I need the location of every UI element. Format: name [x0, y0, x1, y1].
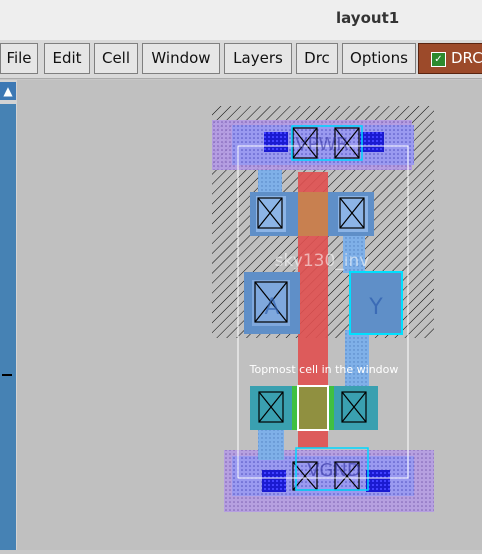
via-contact: [366, 470, 390, 492]
pin-y-label: Y: [368, 295, 383, 320]
li-connector: [258, 430, 284, 460]
via-contact: [262, 470, 286, 492]
nmos-source: [250, 386, 292, 430]
menu-edit[interactable]: Edit: [44, 43, 90, 74]
scroll-track[interactable]: [0, 104, 16, 550]
menu-bar: File Edit Cell Window Layers Drc Options…: [0, 40, 482, 79]
drc-toggle[interactable]: ✓ DRC: [418, 43, 482, 74]
title-bar: layout1: [0, 0, 482, 40]
checkbox-checked-icon: ✓: [431, 52, 446, 67]
pin-a-label: A: [264, 295, 279, 320]
vgnd-label: VGND: [307, 460, 361, 481]
scroll-up-arrow-icon[interactable]: ▲: [0, 82, 16, 100]
drc-toggle-label: DRC: [451, 49, 482, 67]
menu-cell[interactable]: Cell: [94, 43, 138, 74]
layout-drawing: VPWR sky130_inv A Y Topmost cell in the …: [212, 106, 434, 512]
menu-file[interactable]: File: [0, 43, 38, 74]
topmost-cell-label: Topmost cell in the window: [249, 363, 399, 376]
layout-canvas[interactable]: VPWR sky130_inv A Y Topmost cell in the …: [17, 80, 482, 550]
via-contact: [360, 132, 384, 152]
window-title: layout1: [336, 9, 400, 27]
menu-window[interactable]: Window: [142, 43, 220, 74]
menu-options[interactable]: Options: [342, 43, 416, 74]
menu-drc[interactable]: Drc: [296, 43, 338, 74]
pmos-gate-overlap: [298, 192, 328, 236]
nmos-drain: [334, 386, 378, 430]
menu-layers[interactable]: Layers: [224, 43, 292, 74]
li-connector: [345, 330, 369, 390]
scroll-position-marker: [2, 374, 12, 376]
nmos-gate-overlap: [297, 385, 329, 431]
vertical-scrollbar[interactable]: ▲: [0, 80, 17, 550]
cell-name-label: sky130_inv: [275, 251, 370, 271]
vpwr-label: VPWR: [295, 134, 348, 155]
via-contact: [264, 132, 288, 152]
